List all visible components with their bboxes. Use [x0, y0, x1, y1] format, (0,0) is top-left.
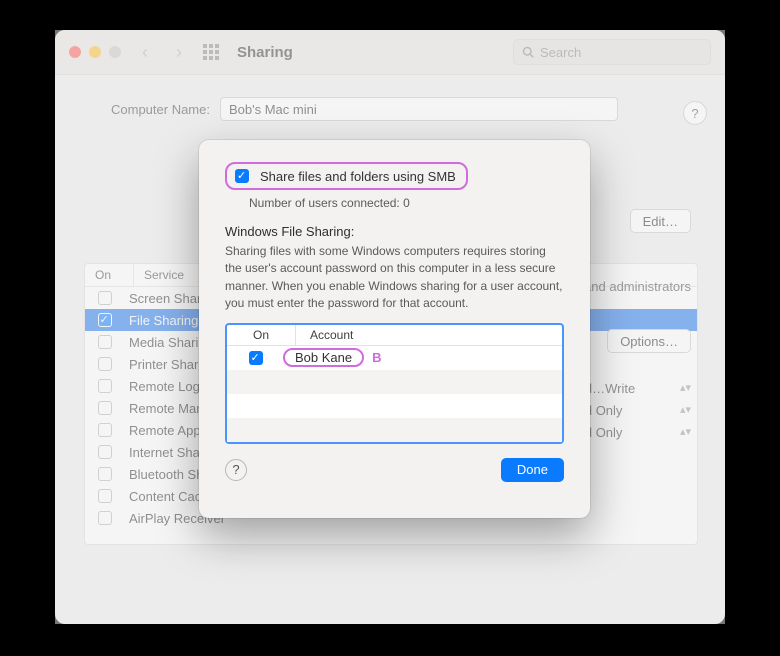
smb-options-sheet: Share files and folders using SMB Number… [199, 140, 590, 518]
annotation-b: B [372, 350, 381, 365]
account-on-checkbox[interactable] [249, 351, 263, 365]
wfs-title: Windows File Sharing: [225, 224, 564, 239]
connected-count: Number of users connected: 0 [249, 196, 564, 210]
accounts-table: On Account Bob Kane B [225, 323, 564, 444]
sharing-prefs-window: ‹ › Sharing Search Computer Name: Bob's … [55, 30, 725, 624]
account-name: Bob Kane [295, 350, 352, 365]
smb-checkbox[interactable] [235, 169, 249, 183]
account-row-empty [227, 418, 562, 442]
done-button[interactable]: Done [501, 458, 564, 482]
smb-label: Share files and folders using SMB [260, 169, 456, 184]
accounts-col-account: Account [296, 325, 562, 345]
account-row-empty [227, 370, 562, 394]
accounts-col-on: On [227, 325, 296, 345]
smb-highlight: Share files and folders using SMB [225, 162, 468, 190]
account-row[interactable]: Bob Kane B [227, 346, 562, 370]
account-row-empty [227, 394, 562, 418]
wfs-description: Sharing files with some Windows computer… [225, 243, 564, 313]
sheet-help-button[interactable]: ? [225, 459, 247, 481]
account-name-highlight: Bob Kane [283, 348, 364, 367]
